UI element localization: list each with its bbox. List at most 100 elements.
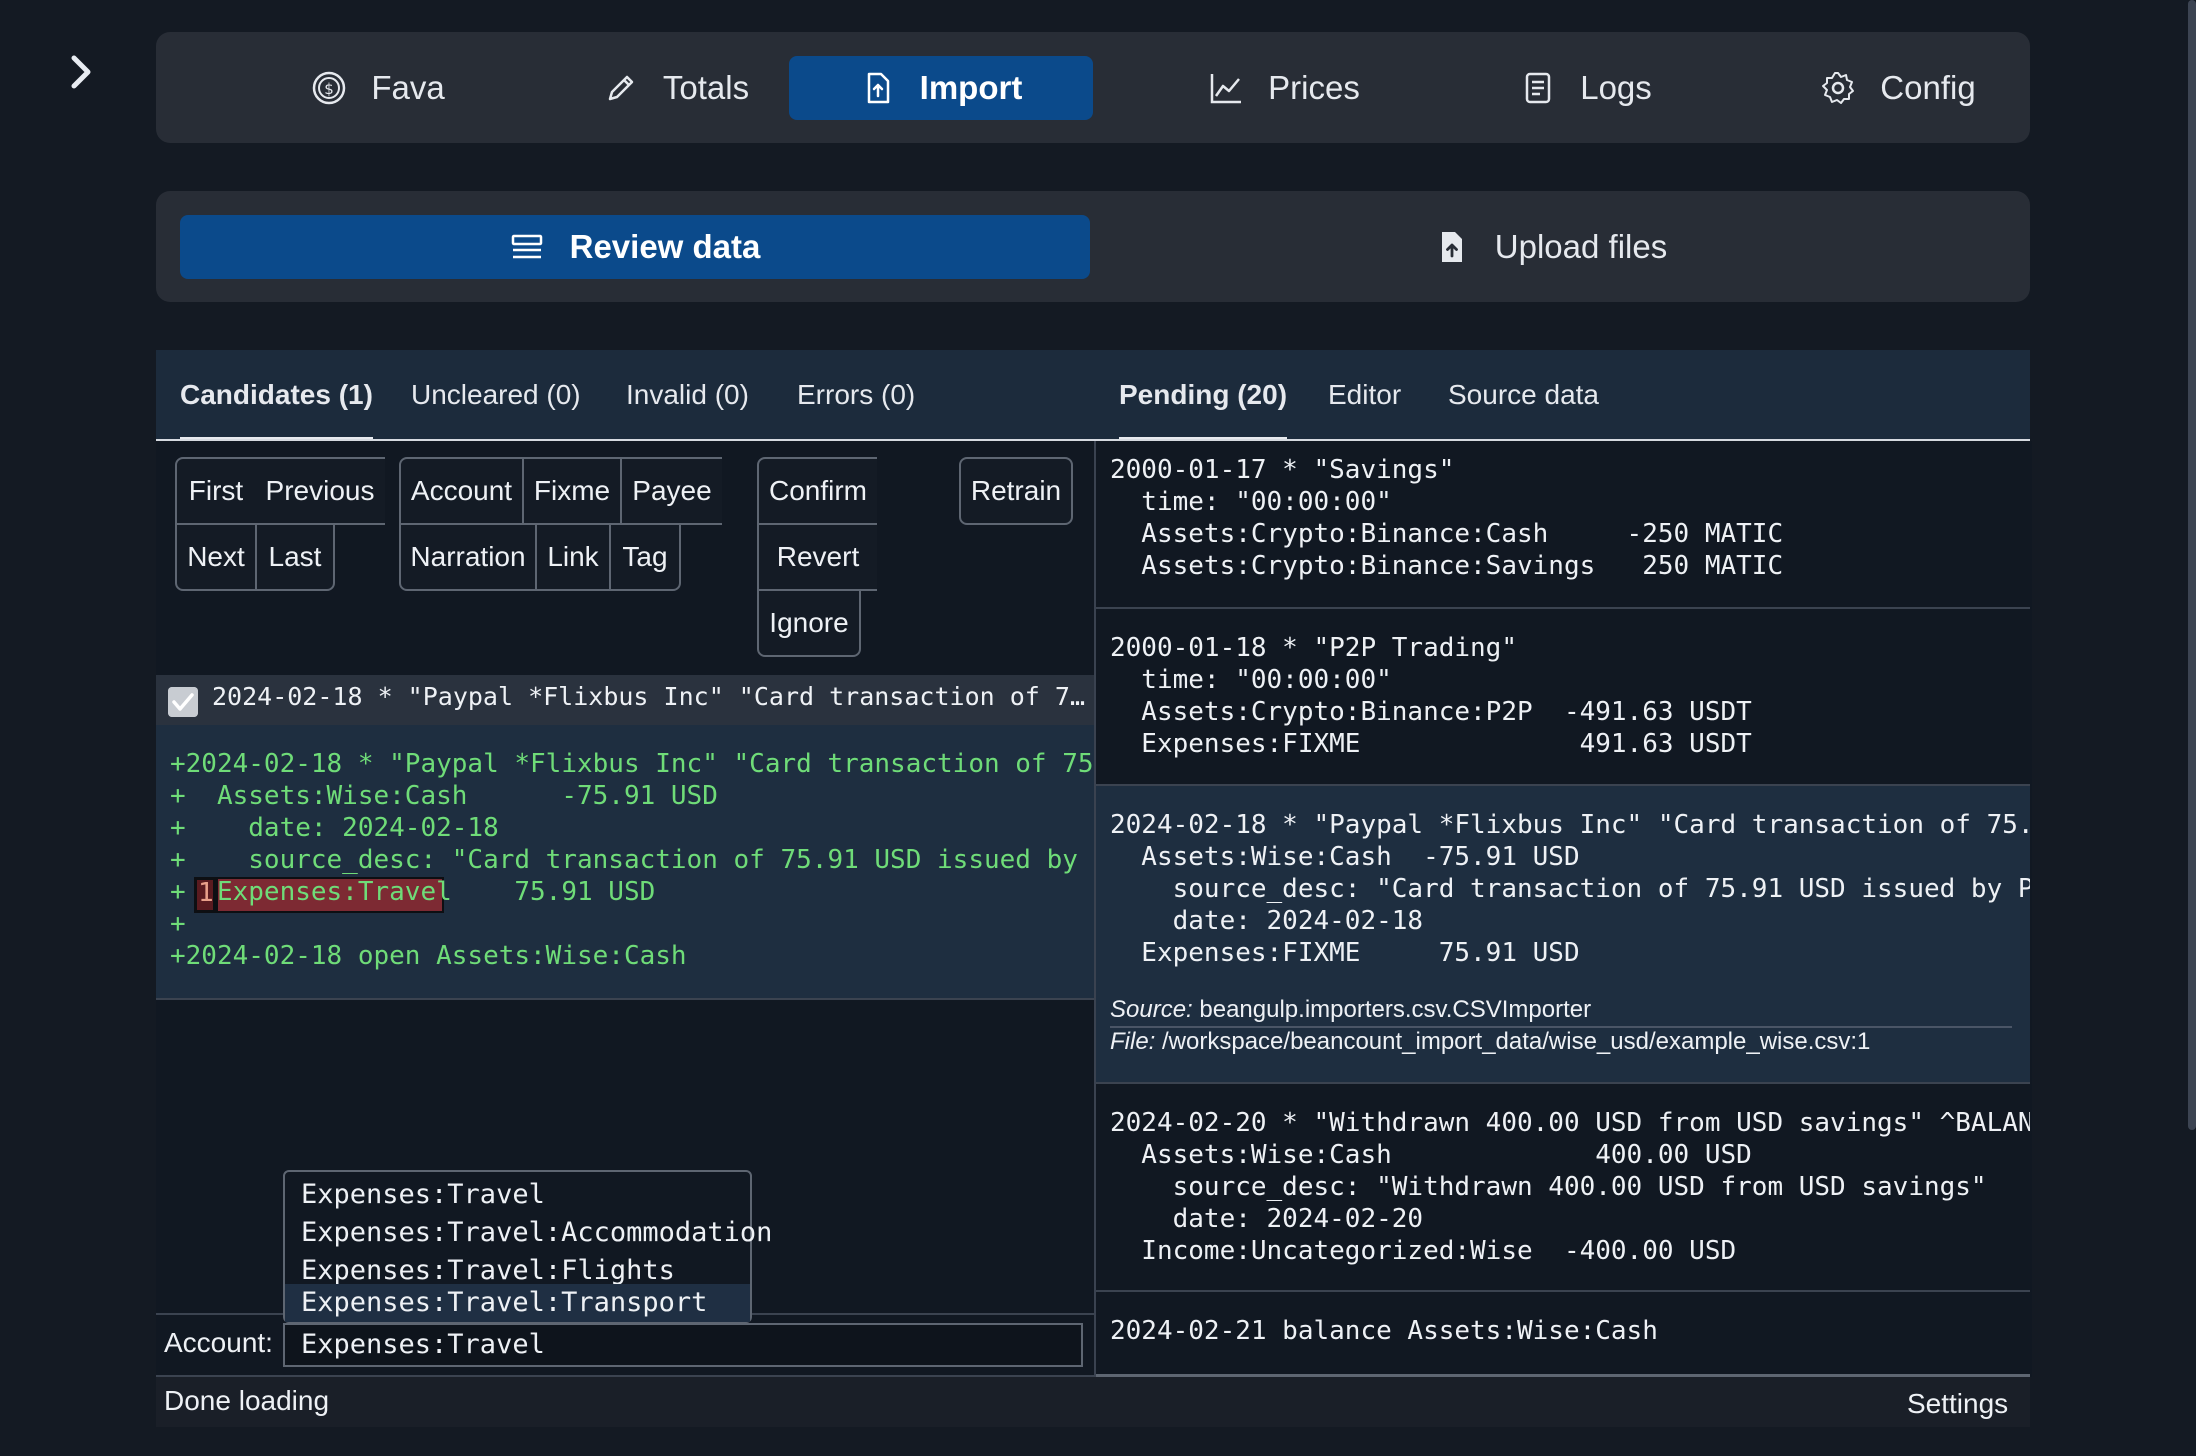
upload-files-button[interactable]: Upload files bbox=[1096, 215, 2006, 279]
file-value: /workspace/beancount_import_data/wise_us… bbox=[1155, 1028, 1871, 1055]
entry-line: Assets:Crypto:Binance:Cash -250 MATIC bbox=[1110, 519, 1784, 549]
gear-icon bbox=[1822, 72, 1855, 104]
tab-source-data[interactable]: Source data bbox=[1448, 350, 1599, 440]
pending-entry[interactable]: 2024-02-21 balance Assets:Wise:Cash bbox=[1096, 1292, 2030, 1374]
retrain-button[interactable]: Retrain bbox=[959, 457, 1073, 525]
entry-line: Expenses:FIXME 491.63 USDT bbox=[1110, 729, 1752, 759]
status-text: Done loading bbox=[164, 1385, 330, 1416]
nav-config[interactable]: Config bbox=[1768, 56, 2028, 120]
nav-label: Prices bbox=[1268, 69, 1360, 106]
diff-line: +2024-02-18 * "Paypal *Flixbus Inc" "Car… bbox=[170, 749, 1094, 779]
entry-line: 2024-02-20 * "Withdrawn 400.00 USD from … bbox=[1110, 1108, 2030, 1138]
settings-link[interactable]: Settings bbox=[1907, 1388, 2008, 1420]
nav-prices[interactable]: Prices bbox=[1164, 56, 1404, 120]
nav-label: Config bbox=[1880, 69, 1976, 106]
link-button[interactable]: Link bbox=[535, 523, 611, 591]
first-button[interactable]: First bbox=[175, 457, 257, 525]
autocomplete-option-selected[interactable]: Expenses:Travel:Transport bbox=[285, 1284, 750, 1322]
upload-files-label: Upload files bbox=[1494, 228, 1668, 265]
nav-import[interactable]: Import bbox=[789, 56, 1093, 120]
entry-line: date: 2024-02-20 bbox=[1110, 1204, 1424, 1234]
source-value: beangulp.importers.csv.CSVImporter bbox=[1192, 996, 1592, 1023]
entry-line: date: 2024-02-18 bbox=[1110, 906, 1424, 936]
nav-totals[interactable]: Totals bbox=[556, 56, 796, 120]
narration-button[interactable]: Narration bbox=[399, 523, 537, 591]
tab-invalid[interactable]: Invalid (0) bbox=[626, 350, 749, 440]
entry-line: 2024-02-21 balance Assets:Wise:Cash bbox=[1110, 1316, 1658, 1346]
line-chart-icon bbox=[1210, 74, 1242, 104]
review-data-button[interactable]: Review data bbox=[180, 215, 1090, 279]
entry-line: Assets:Wise:Cash 400.00 USD bbox=[1110, 1140, 1752, 1170]
pending-entry-active[interactable]: 2024-02-18 * "Paypal *Flixbus Inc" "Card… bbox=[1096, 786, 2030, 1082]
tab-uncleared[interactable]: Uncleared (0) bbox=[411, 350, 581, 440]
nav-label: Import bbox=[919, 69, 1023, 106]
autocomplete-option[interactable]: Expenses:Travel bbox=[285, 1176, 750, 1214]
source-label: Source: bbox=[1110, 996, 1193, 1023]
file-upload-icon bbox=[1441, 232, 1462, 262]
account-button[interactable]: Account bbox=[399, 457, 524, 525]
autocomplete-option[interactable]: Expenses:Travel:Accommodation bbox=[285, 1214, 772, 1252]
nav-label: Logs bbox=[1580, 69, 1652, 106]
tab-editor[interactable]: Editor bbox=[1328, 350, 1401, 440]
import-subnav: Review data Upload files bbox=[156, 191, 2030, 302]
tab-bar: Candidates (1) Uncleared (0) Invalid (0)… bbox=[156, 350, 2030, 442]
entry-line: time: "00:00:00" bbox=[1110, 665, 1392, 695]
fixme-button[interactable]: Fixme bbox=[522, 457, 622, 525]
diff-line: + Assets:Wise:Cash -75.91 USD bbox=[170, 781, 718, 811]
nav-label: Totals bbox=[662, 69, 750, 106]
candidate-diff: 1 +2024-02-18 * "Paypal *Flixbus Inc" "C… bbox=[156, 725, 1094, 998]
pending-entry[interactable]: 2024-02-20 * "Withdrawn 400.00 USD from … bbox=[1096, 1084, 2030, 1290]
diff-line: + source_desc: "Card transaction of 75.9… bbox=[170, 845, 1094, 875]
next-button[interactable]: Next bbox=[175, 523, 257, 591]
dollar-circle-icon: $ bbox=[313, 71, 346, 105]
pending-entry[interactable]: 2000-01-17 * "Savings" time: "00:00:00" … bbox=[1096, 443, 2030, 607]
entry-line: Income:Uncategorized:Wise -400.00 USD bbox=[1110, 1236, 1737, 1266]
tab-candidates[interactable]: Candidates (1) bbox=[180, 350, 373, 442]
entry-line: source_desc: "Withdrawn 400.00 USD from … bbox=[1110, 1172, 1987, 1202]
sidebar-expand-chevron-icon[interactable] bbox=[64, 52, 98, 92]
pencil-icon bbox=[608, 75, 634, 101]
diff-line: + bbox=[170, 909, 186, 939]
file-upload-icon bbox=[867, 72, 889, 104]
entry-line: time: "00:00:00" bbox=[1110, 487, 1392, 517]
entry-line: source_desc: "Card transaction of 75.91 … bbox=[1172, 874, 2030, 904]
candidate-title: 2024-02-18 * "Paypal *Flixbus Inc" "Card… bbox=[212, 682, 1087, 711]
file-label: File: bbox=[1110, 1028, 1156, 1055]
account-autocomplete-list: Expenses:Travel Expenses:Travel:Accommod… bbox=[283, 1170, 772, 1323]
entry-line: Assets:Wise:Cash -75.91 USD bbox=[1110, 842, 1580, 872]
rows-icon bbox=[511, 234, 542, 259]
nav-label: Fava bbox=[371, 69, 445, 106]
last-button[interactable]: Last bbox=[255, 523, 335, 591]
confirm-button[interactable]: Confirm bbox=[757, 457, 877, 525]
ignore-button[interactable]: Ignore bbox=[757, 589, 861, 657]
account-label: Account: bbox=[164, 1327, 273, 1358]
tag-button[interactable]: Tag bbox=[609, 523, 681, 591]
diff-divider bbox=[156, 998, 1094, 1000]
revert-button[interactable]: Revert bbox=[757, 523, 877, 591]
status-bar bbox=[156, 1377, 2030, 1427]
entry-file: File: /workspace/beancount_import_data/w… bbox=[1110, 1028, 1870, 1056]
entry-line: 2000-01-18 * "P2P Trading" bbox=[1110, 633, 1517, 663]
document-list-icon bbox=[1525, 72, 1551, 104]
tab-errors[interactable]: Errors (0) bbox=[797, 350, 915, 440]
diff-line: + Expenses:Travel 75.91 USD bbox=[170, 877, 656, 907]
entry-line: Assets:Crypto:Binance:Savings 250 MATIC bbox=[1110, 551, 1784, 581]
entry-line: 2024-02-18 * "Paypal *Flixbus Inc" "Card… bbox=[1110, 810, 2030, 840]
page-scrollbar[interactable] bbox=[2188, 0, 2196, 1130]
entry-line: Expenses:FIXME 75.91 USD bbox=[1110, 938, 1580, 968]
payee-button[interactable]: Payee bbox=[620, 457, 722, 525]
entry-source: Source: beangulp.importers.csv.CSVImport… bbox=[1110, 996, 1591, 1024]
pending-entry[interactable]: 2000-01-18 * "P2P Trading" time: "00:00:… bbox=[1096, 609, 2030, 784]
tab-pending[interactable]: Pending (20) bbox=[1119, 350, 1288, 442]
diff-line: + date: 2024-02-18 bbox=[170, 813, 499, 843]
account-input[interactable]: Expenses:Travel bbox=[283, 1323, 1083, 1367]
previous-button[interactable]: Previous bbox=[255, 457, 385, 525]
nav-fava[interactable]: $ Fava bbox=[264, 56, 492, 120]
diff-line: +2024-02-18 open Assets:Wise:Cash bbox=[170, 941, 687, 971]
review-data-label: Review data bbox=[569, 228, 761, 265]
candidate-checkbox[interactable] bbox=[168, 687, 198, 717]
nav-logs[interactable]: Logs bbox=[1476, 56, 1696, 120]
entry-line: 2000-01-17 * "Savings" bbox=[1110, 455, 1455, 485]
top-navigation: $ Fava Totals Import Prices Logs Config bbox=[156, 32, 2030, 143]
entry-line: Assets:Crypto:Binance:P2P -491.63 USDT bbox=[1110, 697, 1752, 727]
